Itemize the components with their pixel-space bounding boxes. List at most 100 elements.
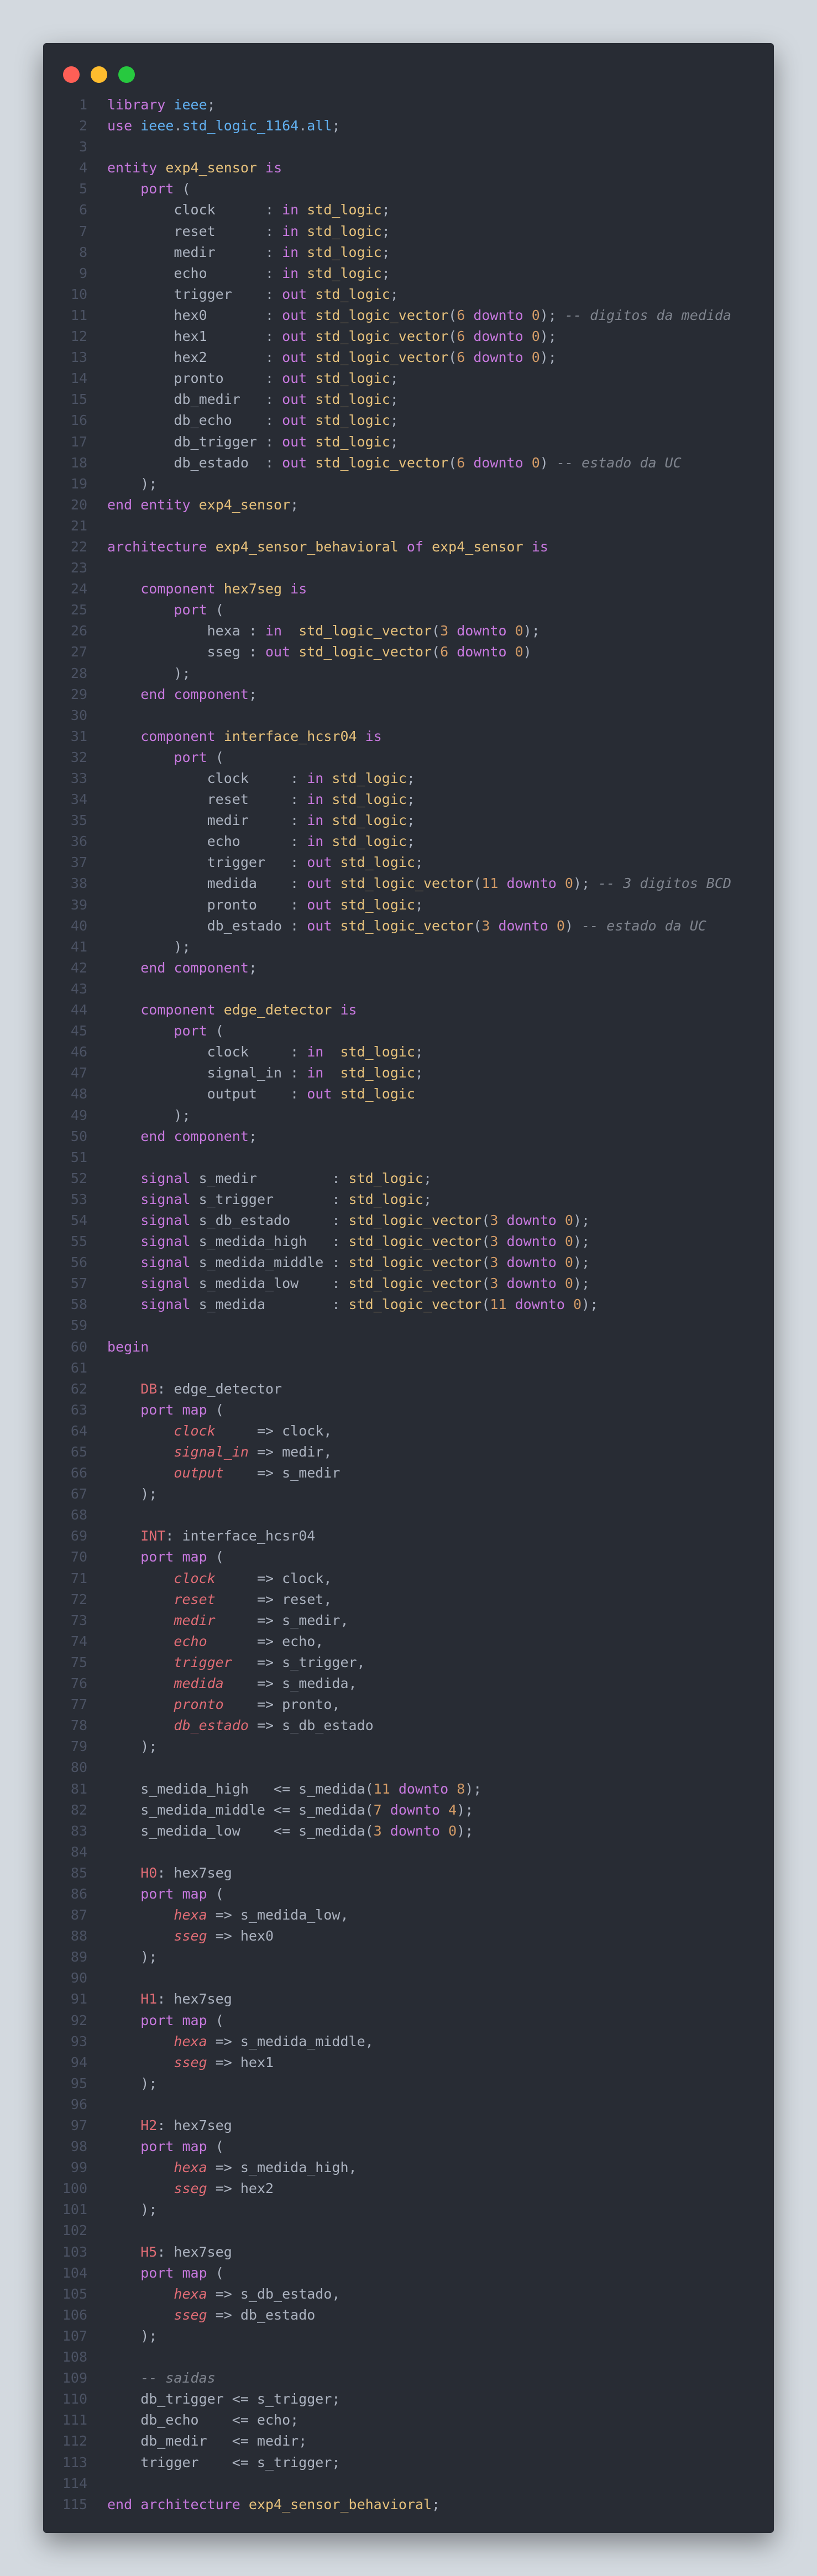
code-line: 72 reset => reset,: [43, 1589, 774, 1610]
code-line: 62 DB: edge_detector: [43, 1379, 774, 1400]
line-number: 39: [70, 896, 87, 913]
line-number: 69: [70, 1528, 87, 1544]
line-number: 17: [70, 433, 87, 450]
code-line: 34 reset : in std_logic;: [43, 789, 774, 810]
code-text: DB: edge_detector: [140, 1380, 282, 1397]
line-number: 91: [70, 1991, 87, 2007]
code-line: 73 medir => s_medir,: [43, 1610, 774, 1631]
line-number: 108: [62, 2349, 87, 2365]
line-number: 80: [70, 1759, 87, 1776]
line-number: 49: [70, 1107, 87, 1123]
code-line: 107 );: [43, 2326, 774, 2347]
code-line: 61: [43, 1358, 774, 1379]
code-text: sseg => hex0: [174, 1928, 274, 1944]
line-number: 53: [70, 1191, 87, 1207]
code-line: 39 pronto : out std_logic;: [43, 895, 774, 916]
code-line: 18 db_estado : out std_logic_vector(6 do…: [43, 453, 774, 474]
line-number: 68: [70, 1507, 87, 1523]
code-line: 102: [43, 2220, 774, 2241]
line-number: 58: [70, 1296, 87, 1313]
code-line: 96: [43, 2094, 774, 2115]
line-number: 77: [70, 1696, 87, 1713]
line-number: 48: [70, 1086, 87, 1102]
code-text: library ieee;: [107, 97, 216, 113]
code-text: trigger : out std_logic;: [107, 854, 423, 871]
code-line: 68: [43, 1505, 774, 1526]
code-line: 81 s_medida_high <= s_medida(11 downto 8…: [43, 1779, 774, 1800]
code-text: sseg : out std_logic_vector(6 downto 0): [107, 644, 532, 660]
line-number: 47: [70, 1065, 87, 1081]
code-text: );: [107, 665, 191, 681]
line-number: 34: [70, 791, 87, 808]
code-line: 84: [43, 1842, 774, 1863]
line-number: 93: [70, 2033, 87, 2049]
code-text: trigger => s_trigger,: [174, 1654, 365, 1670]
line-number: 32: [70, 749, 87, 765]
line-number: 86: [70, 1885, 87, 1902]
line-number: 24: [70, 581, 87, 597]
code-text: echo : in std_logic;: [107, 833, 415, 850]
line-number: 111: [62, 2412, 87, 2428]
code-line: 114: [43, 2473, 774, 2494]
close-dot-icon[interactable]: [63, 66, 80, 83]
code-text: architecture exp4_sensor_behavioral of e…: [107, 538, 548, 555]
line-number: 10: [70, 286, 87, 302]
code-line: 80: [43, 1757, 774, 1778]
code-text: db_medir : out std_logic;: [107, 391, 399, 408]
code-line: 92 port map (: [43, 2010, 774, 2031]
code-text: signal s_medir : std_logic;: [140, 1170, 432, 1186]
line-number: 99: [70, 2159, 87, 2176]
line-number: 113: [62, 2454, 87, 2470]
line-number: 73: [70, 1612, 87, 1628]
line-number: 29: [70, 686, 87, 702]
code-line: 90: [43, 1968, 774, 1989]
line-number: 65: [70, 1444, 87, 1460]
code-line: 48 output : out std_logic: [43, 1084, 774, 1105]
line-number: 85: [70, 1864, 87, 1881]
code-line: 23: [43, 558, 774, 579]
code-line: 47 signal_in : in std_logic;: [43, 1063, 774, 1084]
line-number: 63: [70, 1401, 87, 1418]
code-line: 24 component hex7seg is: [43, 579, 774, 600]
code-line: 100 sseg => hex2: [43, 2178, 774, 2199]
line-number: 110: [62, 2391, 87, 2407]
code-line: 63 port map (: [43, 1400, 774, 1421]
code-text: port (: [174, 602, 224, 618]
line-number: 52: [70, 1170, 87, 1186]
code-line: 10 trigger : out std_logic;: [43, 284, 774, 305]
line-number: 46: [70, 1044, 87, 1060]
code-line: 45 port (: [43, 1021, 774, 1042]
line-number: 114: [62, 2475, 87, 2491]
code-line: 22 architecture exp4_sensor_behavioral of…: [43, 537, 774, 558]
code-text: clock : in std_logic;: [107, 770, 415, 786]
line-number: 23: [70, 560, 87, 576]
code-line: 12 hex1 : out std_logic_vector(6 downto …: [43, 326, 774, 347]
line-number: 20: [70, 496, 87, 513]
code-text: echo : in std_logic;: [107, 265, 390, 281]
line-number: 44: [70, 1002, 87, 1018]
code-line: 25 port (: [43, 600, 774, 621]
line-number: 26: [70, 623, 87, 639]
code-text: s_medida_low <= s_medida(3 downto 0);: [107, 1822, 474, 1839]
code-text: hexa => s_medida_middle,: [174, 2033, 374, 2049]
line-number: 101: [62, 2201, 87, 2218]
code-text: pronto : out std_logic;: [107, 896, 423, 913]
line-number: 37: [70, 854, 87, 871]
line-number: 97: [70, 2117, 87, 2133]
line-number: 78: [70, 1717, 87, 1734]
code-line: 3: [43, 136, 774, 157]
code-line: 31 component interface_hcsr04 is: [43, 726, 774, 747]
code-line: 97 H2: hex7seg: [43, 2115, 774, 2136]
code-line: 1 library ieee;: [43, 94, 774, 115]
code-text: signal s_medida_middle : std_logic_vecto…: [140, 1254, 590, 1271]
code-text: component interface_hcsr04 is: [140, 728, 382, 744]
code-line: 59: [43, 1315, 774, 1336]
line-number: 11: [70, 307, 87, 323]
code-line: 7 reset : in std_logic;: [43, 221, 774, 242]
maximize-dot-icon[interactable]: [118, 66, 135, 83]
line-number: 13: [70, 349, 87, 366]
line-number: 6: [78, 202, 87, 218]
code-text: H1: hex7seg: [140, 1991, 232, 2007]
code-line: 49 );: [43, 1105, 774, 1126]
minimize-dot-icon[interactable]: [91, 66, 107, 83]
